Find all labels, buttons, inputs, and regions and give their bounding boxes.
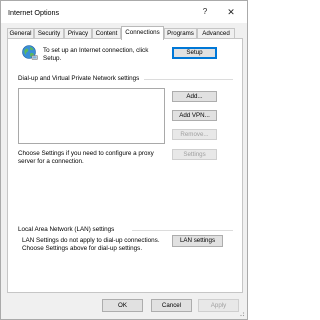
resize-grip-icon[interactable] xyxy=(237,309,245,317)
help-button[interactable]: ? xyxy=(197,4,213,20)
remove-button[interactable]: Remove... xyxy=(172,129,217,140)
dialup-section-divider xyxy=(144,79,233,80)
apply-button[interactable]: Apply xyxy=(198,299,239,312)
lan-heading: Local Area Network (LAN) settings xyxy=(18,226,115,233)
proxy-settings-text: Choose Settings if you need to configure… xyxy=(18,150,154,165)
settings-button[interactable]: Settings xyxy=(172,149,217,160)
ok-button[interactable]: OK xyxy=(102,299,143,312)
tab-connections[interactable]: Connections xyxy=(121,26,164,40)
globe-network-icon xyxy=(22,45,38,60)
close-button[interactable]: ✕ xyxy=(221,4,241,20)
add-button[interactable]: Add... xyxy=(172,91,217,102)
lan-info-text: LAN Settings do not apply to dial-up con… xyxy=(22,237,160,252)
setup-button[interactable]: Setup xyxy=(172,47,217,59)
lan-settings-button[interactable]: LAN settings xyxy=(172,235,223,247)
title-bar: Internet Options ? ✕ xyxy=(1,1,247,23)
lan-section-divider xyxy=(132,230,233,231)
setup-instructions: To set up an Internet connection, click … xyxy=(43,47,149,62)
add-vpn-button[interactable]: Add VPN... xyxy=(172,110,217,121)
dialup-vpn-heading: Dial-up and Virtual Private Network sett… xyxy=(18,75,140,82)
connections-list[interactable] xyxy=(18,88,165,144)
internet-options-dialog: Internet Options ? ✕ General Security Pr… xyxy=(0,0,248,320)
window-title: Internet Options xyxy=(8,8,60,17)
cancel-button[interactable]: Cancel xyxy=(151,299,192,312)
